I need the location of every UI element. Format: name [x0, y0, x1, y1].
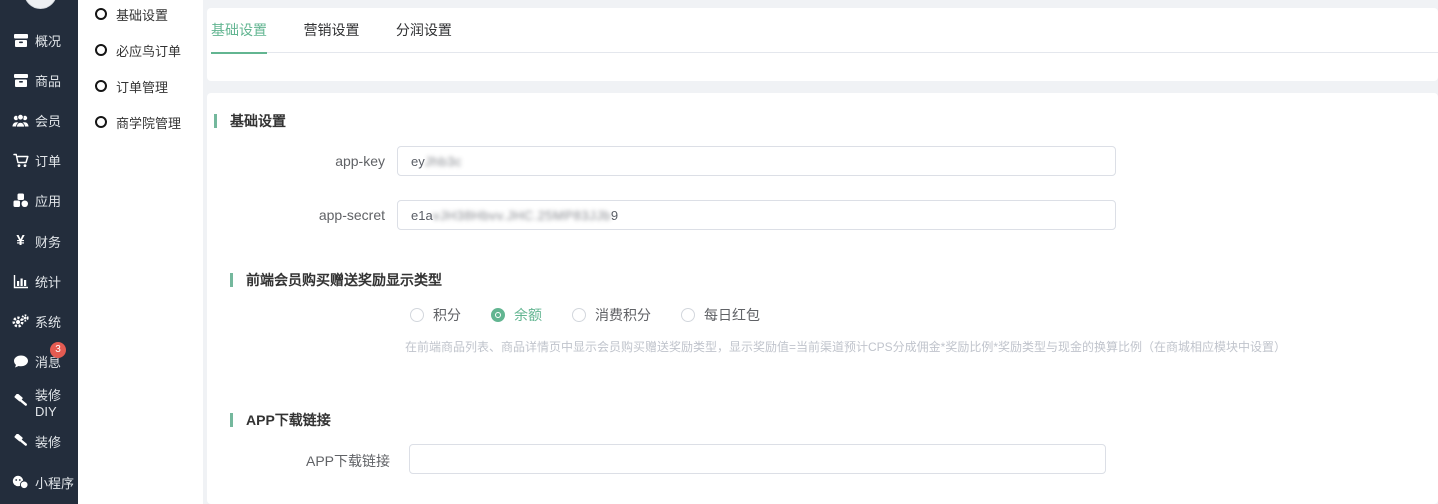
main-sidebar: 概况 商品 会员 订单 应用 ¥ — [0, 0, 78, 504]
decorate-diy-icon — [12, 394, 29, 410]
submenu-item-label: 必应鸟订单 — [116, 41, 181, 60]
sidebar-item-label: 统计 — [35, 272, 61, 291]
section-title: APP下载链接 — [246, 410, 331, 430]
sidebar-item-miniprogram[interactable]: 小程序 — [0, 462, 78, 502]
circle-bullet-icon — [95, 44, 107, 56]
app-download-link-input[interactable] — [409, 444, 1106, 474]
sidebar-item-label: 会员 — [35, 111, 61, 130]
radio-points[interactable]: 积分 — [410, 305, 461, 325]
sidebar-item-system[interactable]: 系统 — [0, 301, 78, 341]
radio-circle-icon — [410, 308, 424, 322]
section-title: 基础设置 — [230, 111, 286, 131]
section-accent-bar — [230, 273, 233, 287]
sidebar-item-label: 财务 — [35, 232, 61, 251]
sidebar-item-label: 应用 — [35, 191, 61, 210]
section-app-download-header: APP下载链接 — [230, 410, 331, 430]
radio-consume-points[interactable]: 消费积分 — [572, 305, 651, 325]
app-key-value: ey — [411, 154, 425, 169]
members-icon — [12, 112, 29, 128]
radio-balance[interactable]: 余额 — [491, 305, 542, 325]
decorate-icon — [12, 434, 29, 450]
sidebar-item-label: 小程序 — [35, 473, 74, 492]
sidebar-item-overview[interactable]: 概况 — [0, 20, 78, 60]
reward-help-text: 在前端商品列表、商品详情页中显示会员购买赠送奖励类型，显示奖励值=当前渠道预计C… — [405, 338, 1286, 355]
sidebar-item-finance[interactable]: ¥ 财务 — [0, 221, 78, 261]
app-download-link-label: APP下载链接 — [207, 451, 390, 471]
submenu-item-label: 商学院管理 — [116, 113, 181, 132]
sidebar-item-goods[interactable]: 商品 — [0, 60, 78, 100]
sidebar-item-decorate-diy[interactable]: 装修DIY — [0, 382, 78, 422]
sidebar-item-messages[interactable]: 消息 3 — [0, 342, 78, 382]
reward-type-radio-group: 积分 余额 消费积分 每日红包 — [410, 305, 790, 325]
section-reward-display-header: 前端会员购买赠送奖励显示类型 — [230, 270, 442, 290]
sidebar-item-label: 商品 — [35, 71, 61, 90]
tab-bar: 基础设置 营销设置 分润设置 — [211, 8, 1438, 53]
tab-marketing-settings[interactable]: 营销设置 — [287, 8, 375, 53]
radio-circle-icon — [681, 308, 695, 322]
sidebar-item-apps[interactable]: 应用 — [0, 181, 78, 221]
finance-icon: ¥ — [12, 233, 29, 249]
main-nav: 概况 商品 会员 订单 应用 ¥ — [0, 20, 78, 502]
sidebar-item-label: 装修DIY — [35, 385, 78, 419]
secondary-sidebar: 基础设置 必应鸟订单 订单管理 商学院管理 — [78, 0, 203, 504]
sidebar-item-members[interactable]: 会员 — [0, 100, 78, 140]
radio-circle-icon — [491, 308, 505, 322]
tab-profit-settings[interactable]: 分润设置 — [380, 8, 468, 53]
app-secret-value: e1a — [411, 208, 433, 223]
overview-icon — [12, 32, 29, 48]
app-key-input[interactable]: eyJhb3c — [397, 146, 1116, 176]
circle-bullet-icon — [95, 80, 107, 92]
submenu-item-order-management[interactable]: 订单管理 — [78, 68, 203, 104]
submenu-item-basic-settings[interactable]: 基础设置 — [78, 0, 203, 32]
app-secret-input[interactable]: e1avJH38Hbvv.JHC.25MP83JJb9 — [397, 200, 1116, 230]
submenu-item-label: 基础设置 — [116, 5, 168, 24]
stats-icon — [12, 273, 29, 289]
submenu-item-biyingniao-orders[interactable]: 必应鸟订单 — [78, 32, 203, 68]
sidebar-item-orders[interactable]: 订单 — [0, 141, 78, 181]
orders-icon — [12, 153, 29, 169]
radio-circle-icon — [572, 308, 586, 322]
miniprogram-icon — [12, 474, 29, 490]
submenu-item-label: 订单管理 — [116, 77, 168, 96]
sidebar-item-label: 订单 — [35, 151, 61, 170]
app-key-label: app-key — [207, 153, 385, 169]
section-accent-bar — [230, 413, 233, 427]
section-title: 前端会员购买赠送奖励显示类型 — [246, 270, 442, 290]
tabs-card: 基础设置 营销设置 分润设置 — [207, 8, 1438, 81]
sidebar-item-label: 概况 — [35, 31, 61, 50]
goods-icon — [12, 72, 29, 88]
app-secret-label: app-secret — [207, 207, 385, 223]
tab-basic-settings[interactable]: 基础设置 — [211, 8, 283, 53]
circle-bullet-icon — [95, 116, 107, 128]
system-icon — [12, 313, 29, 329]
sidebar-item-label: 装修 — [35, 432, 61, 451]
settings-form-card: 基础设置 app-key eyJhb3c app-secret e1avJH38… — [207, 93, 1438, 504]
submenu-item-academy-management[interactable]: 商学院管理 — [78, 104, 203, 140]
sidebar-item-stats[interactable]: 统计 — [0, 261, 78, 301]
radio-daily-redpacket[interactable]: 每日红包 — [681, 305, 760, 325]
messages-icon — [12, 354, 29, 370]
message-count-badge: 3 — [50, 342, 66, 358]
circle-bullet-icon — [95, 8, 107, 20]
avatar[interactable] — [24, 0, 57, 9]
section-accent-bar — [214, 114, 217, 128]
app-secret-masked-value: vJH38Hbvv.JHC.25MP83JJb — [433, 208, 611, 223]
apps-icon — [12, 193, 29, 209]
section-basic-settings-header: 基础设置 — [214, 111, 286, 131]
sidebar-item-label: 系统 — [35, 312, 61, 331]
app-key-masked-value: Jhb3c — [425, 154, 462, 169]
sidebar-item-decorate[interactable]: 装修 — [0, 422, 78, 462]
